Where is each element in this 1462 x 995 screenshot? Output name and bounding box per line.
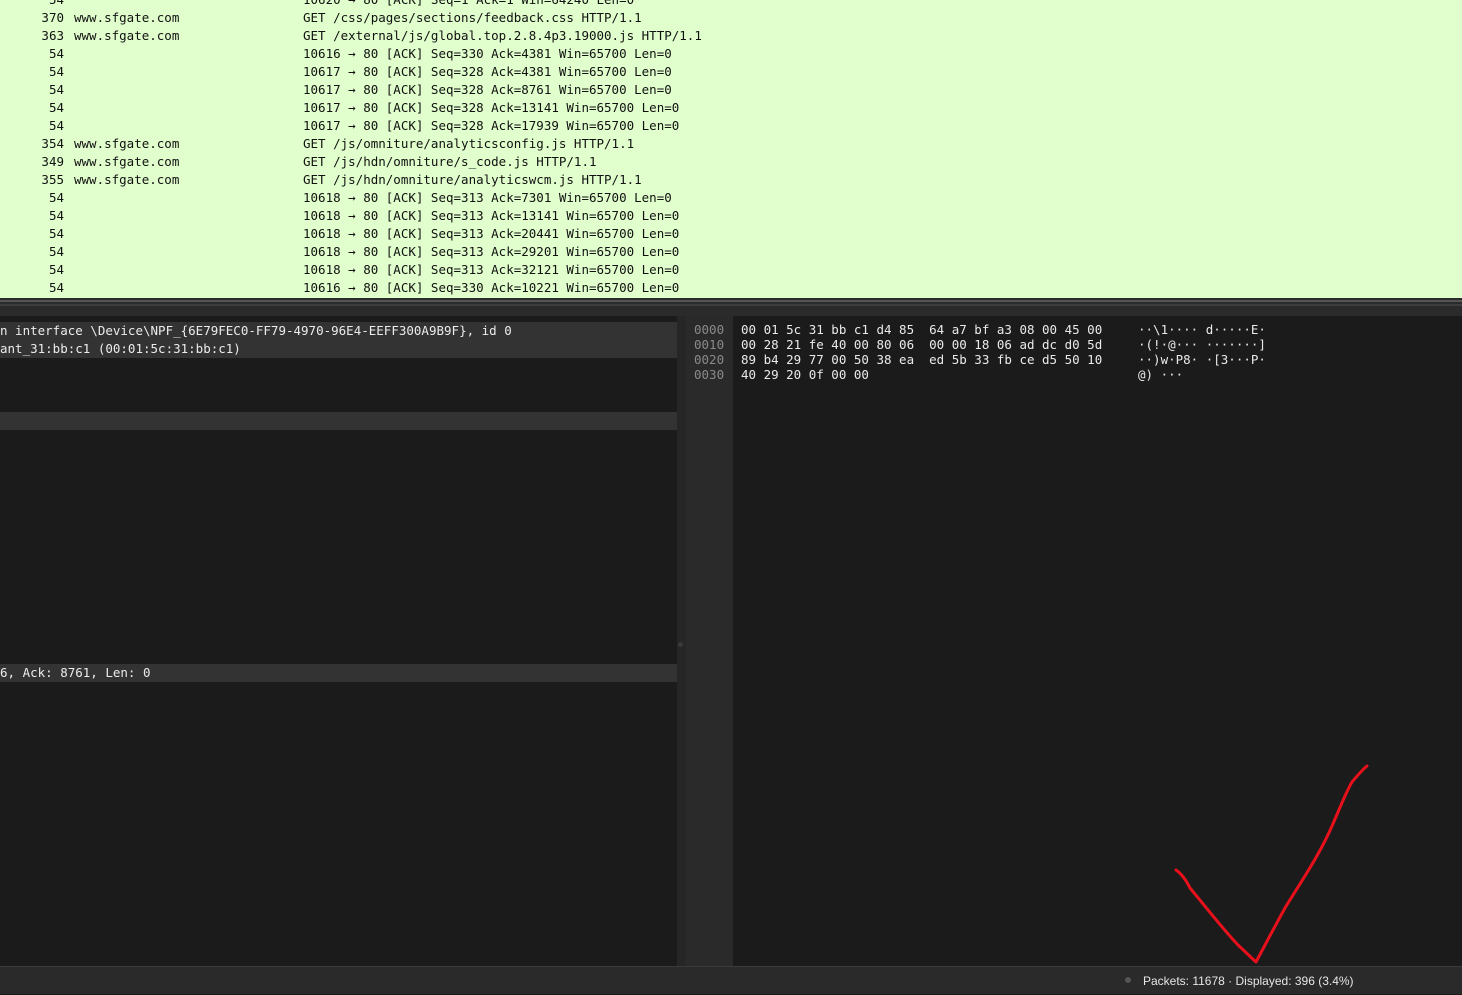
pane-splitter[interactable] bbox=[0, 298, 1462, 316]
packet-info: 10617 → 80 [ACK] Seq=328 Ack=8761 Win=65… bbox=[303, 82, 672, 97]
packet-length: 54 bbox=[48, 118, 64, 133]
detail-row-tcp[interactable]: 6, Ack: 8761, Len: 0 bbox=[0, 664, 677, 682]
byte-offset: 0010 bbox=[694, 337, 725, 352]
packet-details-pane[interactable]: n interface \Device\NPF_{6E79FEC0-FF79-4… bbox=[0, 316, 677, 966]
packet-host: www.sfgate.com bbox=[74, 154, 180, 169]
packet-row[interactable]: 54 10618 → 80 [ACK] Seq=313 Ack=20441 Wi… bbox=[0, 225, 1462, 243]
packet-info: 10618 → 80 [ACK] Seq=313 Ack=20441 Win=6… bbox=[303, 226, 680, 241]
offset-column bbox=[686, 316, 733, 966]
packet-length: 54 bbox=[48, 82, 64, 97]
packet-host: www.sfgate.com bbox=[74, 136, 180, 151]
detail-row-frame[interactable]: n interface \Device\NPF_{6E79FEC0-FF79-4… bbox=[0, 322, 677, 340]
packet-row[interactable]: 354 www.sfgate.com GET /js/omniture/anal… bbox=[0, 135, 1462, 153]
detail-row[interactable] bbox=[0, 358, 677, 376]
packet-info: 10617 → 80 [ACK] Seq=328 Ack=13141 Win=6… bbox=[303, 100, 680, 115]
packet-info: 10618 → 80 [ACK] Seq=313 Ack=29201 Win=6… bbox=[303, 244, 680, 259]
packet-row[interactable]: 54 10618 → 80 [ACK] Seq=313 Ack=29201 Wi… bbox=[0, 243, 1462, 261]
packet-row[interactable]: 363 www.sfgate.com GET /external/js/glob… bbox=[0, 27, 1462, 45]
packet-row[interactable]: 54 10617 → 80 [ACK] Seq=328 Ack=13141 Wi… bbox=[0, 99, 1462, 117]
packet-length: 54 bbox=[48, 208, 64, 223]
packet-row[interactable]: 54 10617 → 80 [ACK] Seq=328 Ack=17939 Wi… bbox=[0, 117, 1462, 135]
packet-length: 363 bbox=[41, 28, 64, 43]
packet-row[interactable]: 54 10617 → 80 [ACK] Seq=328 Ack=4381 Win… bbox=[0, 63, 1462, 81]
packet-length: 54 bbox=[48, 280, 64, 295]
packet-row[interactable]: 54 10616 → 80 [ACK] Seq=330 Ack=4381 Win… bbox=[0, 45, 1462, 63]
packet-length: 54 bbox=[48, 190, 64, 205]
packet-info: 10616 → 80 [ACK] Seq=330 Ack=10221 Win=6… bbox=[303, 280, 680, 295]
packet-row[interactable]: 54 10616 → 80 [ACK] Seq=330 Ack=10221 Wi… bbox=[0, 279, 1462, 297]
ascii-bytes[interactable]: ··)w·P8· ·[3···P· bbox=[1138, 352, 1266, 367]
packet-length: 54 bbox=[48, 244, 64, 259]
vertical-splitter[interactable] bbox=[677, 316, 686, 966]
packet-length: 54 bbox=[48, 64, 64, 79]
packet-info: GET /js/hdn/omniture/analyticswcm.js HTT… bbox=[303, 172, 642, 187]
ascii-bytes[interactable]: @) ··· bbox=[1138, 367, 1183, 382]
hex-bytes[interactable]: 40 29 20 0f 00 00 bbox=[741, 367, 869, 382]
splitter-line bbox=[0, 304, 1462, 306]
packet-info: 10620 → 80 [ACK] Seq=1 Ack=1 Win=64240 L… bbox=[303, 0, 634, 9]
packet-length: 54 bbox=[0, 0, 64, 9]
packet-info: 10616 → 80 [ACK] Seq=330 Ack=4381 Win=65… bbox=[303, 46, 672, 61]
packet-row[interactable]: 349 www.sfgate.com GET /js/hdn/omniture/… bbox=[0, 153, 1462, 171]
byte-offset: 0030 bbox=[694, 367, 725, 382]
packet-info: GET /js/hdn/omniture/s_code.js HTTP/1.1 bbox=[303, 154, 597, 169]
packet-row[interactable]: 54 10618 → 80 [ACK] Seq=313 Ack=7301 Win… bbox=[0, 189, 1462, 207]
status-indicator-icon bbox=[1125, 977, 1131, 983]
status-bar: Packets: 11678 · Displayed: 396 (3.4%) bbox=[0, 966, 1462, 994]
hex-bytes[interactable]: 00 28 21 fe 40 00 80 06 00 00 18 06 ad d… bbox=[741, 337, 1102, 352]
packet-row[interactable]: 54 10620 → 80 [ACK] Seq=1 Ack=1 Win=6424… bbox=[0, 0, 1462, 9]
packet-bytes-pane[interactable]: 0000 00 01 5c 31 bb c1 d4 85 64 a7 bf a3… bbox=[686, 316, 1462, 966]
packet-length: 54 bbox=[48, 262, 64, 277]
packet-count-status: Packets: 11678 · Displayed: 396 (3.4%) bbox=[1143, 974, 1354, 988]
packet-row[interactable]: 54 10617 → 80 [ACK] Seq=328 Ack=8761 Win… bbox=[0, 81, 1462, 99]
packet-row[interactable]: 370 www.sfgate.com GET /css/pages/sectio… bbox=[0, 9, 1462, 27]
packet-info: GET /external/js/global.top.2.8.4p3.1900… bbox=[303, 28, 702, 43]
ascii-bytes[interactable]: ··\1···· d·····E· bbox=[1138, 322, 1266, 337]
byte-offset: 0000 bbox=[694, 322, 725, 337]
packet-host: www.sfgate.com bbox=[74, 28, 180, 43]
detail-row-ethernet[interactable]: ant_31:bb:c1 (00:01:5c:31:bb:c1) bbox=[0, 340, 677, 358]
detail-row[interactable] bbox=[0, 376, 677, 394]
packet-length: 54 bbox=[48, 46, 64, 61]
packet-length: 54 bbox=[48, 100, 64, 115]
packet-row[interactable]: 54 10618 → 80 [ACK] Seq=313 Ack=32121 Wi… bbox=[0, 261, 1462, 279]
byte-offset: 0020 bbox=[694, 352, 725, 367]
packet-info: 10618 → 80 [ACK] Seq=313 Ack=13141 Win=6… bbox=[303, 208, 680, 223]
splitter-line bbox=[0, 300, 1462, 302]
packet-length: 349 bbox=[41, 154, 64, 169]
packet-info: 10618 → 80 [ACK] Seq=313 Ack=7301 Win=65… bbox=[303, 190, 672, 205]
packet-info: 10618 → 80 [ACK] Seq=313 Ack=32121 Win=6… bbox=[303, 262, 680, 277]
splitter-grip bbox=[678, 642, 683, 647]
detail-row[interactable] bbox=[0, 394, 677, 412]
packet-length: 354 bbox=[41, 136, 64, 151]
hex-bytes[interactable]: 00 01 5c 31 bb c1 d4 85 64 a7 bf a3 08 0… bbox=[741, 322, 1102, 337]
hex-bytes[interactable]: 89 b4 29 77 00 50 38 ea ed 5b 33 fb ce d… bbox=[741, 352, 1102, 367]
packet-row[interactable]: 355 www.sfgate.com GET /js/hdn/omniture/… bbox=[0, 171, 1462, 189]
packet-length: 355 bbox=[41, 172, 64, 187]
packet-info: 10617 → 80 [ACK] Seq=328 Ack=17939 Win=6… bbox=[303, 118, 680, 133]
packet-length: 54 bbox=[48, 226, 64, 241]
packet-list[interactable]: 54 10620 → 80 [ACK] Seq=1 Ack=1 Win=6424… bbox=[0, 0, 1462, 298]
packet-info: GET /js/omniture/analyticsconfig.js HTTP… bbox=[303, 136, 635, 151]
packet-info: 10617 → 80 [ACK] Seq=328 Ack=4381 Win=65… bbox=[303, 64, 672, 79]
packet-info: GET /css/pages/sections/feedback.css HTT… bbox=[303, 10, 642, 25]
packet-row[interactable]: 54 10618 → 80 [ACK] Seq=313 Ack=13141 Wi… bbox=[0, 207, 1462, 225]
ascii-bytes[interactable]: ·(!·@··· ·······] bbox=[1138, 337, 1266, 352]
packet-host: www.sfgate.com bbox=[74, 10, 180, 25]
packet-host: www.sfgate.com bbox=[74, 172, 180, 187]
packet-length: 370 bbox=[41, 10, 64, 25]
detail-row-selected[interactable] bbox=[0, 412, 677, 430]
